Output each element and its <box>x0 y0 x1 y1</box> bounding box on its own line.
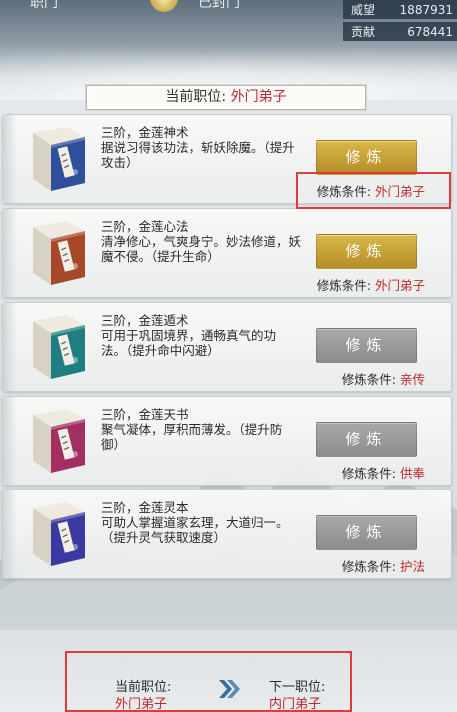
double-chevron-right-icon <box>219 680 240 698</box>
skill-book-icon <box>33 409 85 473</box>
skill-description: 三阶，金莲心法 清净修心，气爽身宁。妙法修道，妖魔不侵。（提升生命） <box>101 219 301 264</box>
current-rank-label: 当前职位: <box>165 89 227 105</box>
stats-panel: 威望 1887931 贡献 678441 <box>343 0 457 44</box>
sect-name: 已封门 <box>198 0 240 11</box>
skill-description: 三阶，金莲神术 据说习得该功法，斩妖除魔。（提升攻击） <box>101 125 301 170</box>
cultivate-button[interactable]: 修炼 <box>316 140 417 175</box>
skill-title: 三阶，金莲灵本 <box>101 500 189 515</box>
promo-next-value: 内门弟子 <box>269 697 322 712</box>
stat-value: 678441 <box>407 24 453 39</box>
condition-label: 修炼条件: <box>316 278 371 293</box>
top-bar: 职门 已封门 威望 1887931 贡献 678441 <box>0 0 457 44</box>
condition-value: 供奉 <box>399 466 425 481</box>
skill-title: 三阶，金莲神术 <box>101 125 189 140</box>
stat-label: 贡献 <box>351 25 376 39</box>
skill-book-icon <box>33 221 85 285</box>
skill-description: 三阶，金莲灵本 可助人掌握道家玄理，大道归一。（提升灵气获取速度） <box>101 500 301 545</box>
current-rank-banner: 当前职位: 外门弟子 <box>86 85 366 110</box>
skill-effect-text: 可助人掌握道家玄理，大道归一。（提升灵气获取速度） <box>101 515 289 545</box>
cultivate-button[interactable]: 修炼 <box>316 234 417 269</box>
skill-title: 三阶，金莲心法 <box>101 219 189 234</box>
sect-emblem-icon <box>150 0 178 12</box>
cultivate-condition: 修炼条件: 亲传 <box>342 369 425 388</box>
skill-book-icon <box>33 502 85 566</box>
skill-book-icon <box>33 315 85 379</box>
skill-title: 三阶，金莲遁术 <box>101 313 189 328</box>
condition-label: 修炼条件: <box>341 466 396 481</box>
skill-description: 三阶，金莲遁术 可用于巩固境界，通畅真气的功法。（提升命中闪避） <box>101 313 301 358</box>
cultivate-condition: 修炼条件: 护法 <box>342 556 425 575</box>
condition-label: 修炼条件: <box>341 559 396 574</box>
cultivate-button[interactable]: 修炼 <box>316 422 417 457</box>
stat-label: 威望 <box>351 3 376 17</box>
skill-book-icon <box>33 127 85 191</box>
condition-value: 外门弟子 <box>374 278 425 293</box>
skill-effect-text: 清净修心，气爽身宁。妙法修道，妖魔不侵。（提升生命） <box>101 234 302 264</box>
cultivate-button[interactable]: 修炼 <box>316 515 417 550</box>
condition-label: 修炼条件: <box>341 372 396 387</box>
stat-contribution: 贡献 678441 <box>343 22 457 41</box>
stat-prestige: 威望 1887931 <box>343 0 457 19</box>
promotion-panel: 当前职位: 外门弟子 下一职位: 内门弟子 <box>65 651 352 712</box>
skill-description: 三阶，金莲天书 聚气凝体，厚积而薄发。（提升防御） <box>101 407 301 452</box>
condition-highlight <box>296 172 451 209</box>
condition-value: 护法 <box>399 559 425 574</box>
condition-value: 亲传 <box>399 372 425 387</box>
cultivate-condition: 修炼条件: 外门弟子 <box>317 275 425 294</box>
skill-effect-text: 可用于巩固境界，通畅真气的功法。（提升命中闪避） <box>101 328 277 358</box>
skill-card: 三阶，金莲心法 清净修心，气爽身宁。妙法修道，妖魔不侵。（提升生命） 修炼 修炼… <box>2 208 452 298</box>
current-rank-value: 外门弟子 <box>230 89 287 105</box>
skill-card: 三阶，金莲天书 聚气凝体，厚积而薄发。（提升防御） 修炼 修炼条件: 供奉 <box>2 396 452 486</box>
cultivate-condition: 修炼条件: 供奉 <box>342 463 425 482</box>
skill-card: 三阶，金莲遁术 可用于巩固境界，通畅真气的功法。（提升命中闪避） 修炼 修炼条件… <box>2 302 452 392</box>
skill-title: 三阶，金莲天书 <box>101 407 189 422</box>
top-left-label: 职门 <box>30 0 58 11</box>
promo-current-value: 外门弟子 <box>115 697 168 712</box>
stat-value: 1887931 <box>399 2 453 17</box>
skill-effect-text: 聚气凝体，厚积而薄发。（提升防御） <box>101 422 283 452</box>
skill-effect-text: 据说习得该功法，斩妖除魔。（提升攻击） <box>101 140 295 170</box>
skill-card: 三阶，金莲灵本 可助人掌握道家玄理，大道归一。（提升灵气获取速度） 修炼 修炼条… <box>2 489 452 579</box>
cultivate-button[interactable]: 修炼 <box>316 328 417 363</box>
